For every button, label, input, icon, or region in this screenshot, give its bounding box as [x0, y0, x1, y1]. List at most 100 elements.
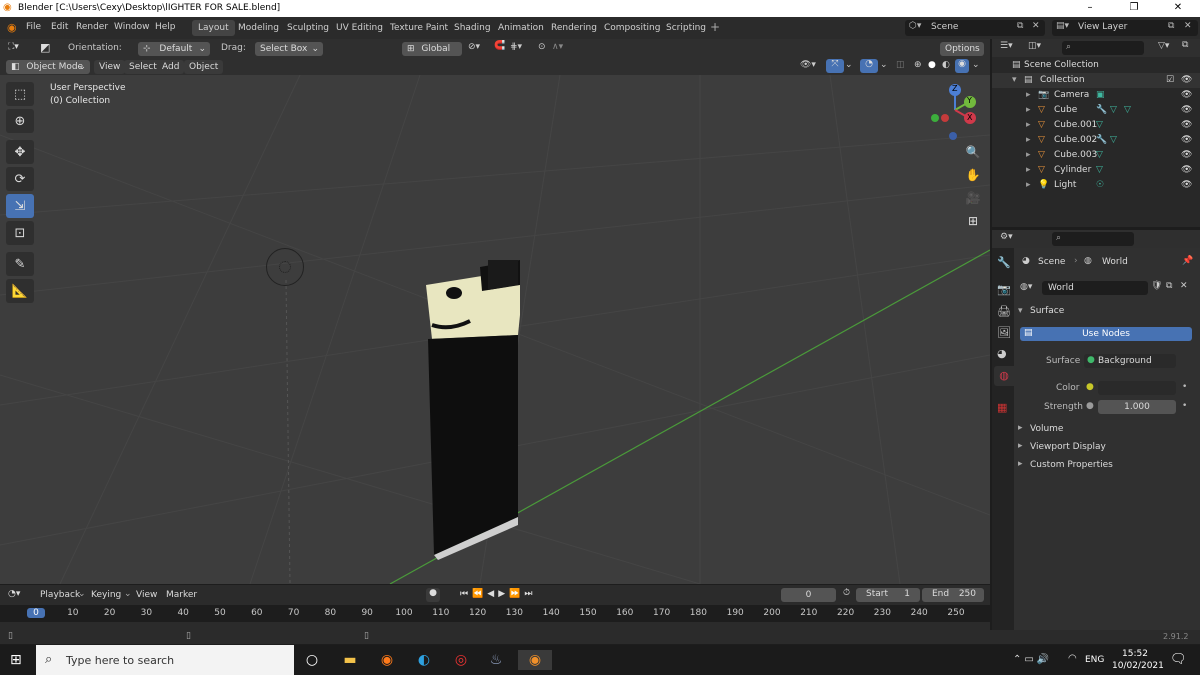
gizmo-toggle-icon[interactable]: ⤧ — [826, 59, 844, 73]
options-dropdown[interactable]: Options ⌄ — [940, 42, 984, 68]
playhead-frame-marker[interactable]: 0 — [27, 608, 45, 618]
strength-field[interactable]: 1.000 — [1098, 400, 1176, 414]
rotate-tool[interactable]: ⟳ — [6, 167, 34, 191]
steam-icon[interactable]: ♨ — [482, 650, 510, 670]
scene-tab-icon[interactable]: ◕ — [997, 347, 1007, 360]
transform-tool[interactable]: ⊡ — [6, 221, 34, 245]
tab-texture-paint[interactable]: Texture Paint — [384, 20, 454, 36]
windows-start-icon[interactable]: ⊞ — [10, 652, 22, 668]
blender-menu-icon[interactable]: ◉ — [7, 21, 17, 34]
delete-scene-icon[interactable]: ✕ — [1032, 21, 1040, 31]
disclosure-right-icon[interactable]: ▸ — [1026, 103, 1031, 118]
outliner-item[interactable]: ▸ ▽ Cube.002 🔧 ▽ 👁 — [992, 133, 1200, 148]
network-icon[interactable]: ◠ — [1068, 653, 1077, 664]
duplicate-icon[interactable]: ⧉ — [1166, 281, 1172, 291]
eye-icon[interactable]: 👁 — [1181, 178, 1192, 193]
taskbar-search[interactable]: ⌕ Type here to search — [36, 645, 294, 675]
xray-icon[interactable]: ◫ — [896, 60, 905, 70]
maximize-icon[interactable]: ❐ — [1112, 0, 1156, 17]
custom-properties-panel[interactable]: ▸ Custom Properties — [1018, 459, 1198, 473]
clock-icon[interactable]: ⏱ — [843, 588, 850, 598]
end-frame-field[interactable]: End 250 — [922, 588, 984, 602]
pan-hand-icon[interactable]: ✋ — [963, 168, 983, 186]
firefox-icon[interactable]: ◉ — [373, 650, 401, 670]
tab-uv-editing[interactable]: UV Editing — [330, 20, 389, 36]
checkbox-icon[interactable]: ☑ — [1166, 73, 1174, 88]
clock-time[interactable]: 15:52 — [1122, 649, 1148, 659]
3d-viewport[interactable]: User Perspective (0) Collection Z Y X 🔍 … — [0, 75, 990, 584]
disclosure-right-icon[interactable]: ▸ — [1026, 88, 1031, 103]
mode-dropdown[interactable]: ◧ Object Mode ⌄ — [6, 60, 90, 74]
new-viewlayer-icon[interactable]: ⧉ — [1168, 21, 1174, 31]
world-browse-icon[interactable]: ◍▾ — [1020, 282, 1032, 292]
eye-icon[interactable]: 👁 — [1181, 163, 1192, 178]
outliner-item[interactable]: ▸ 💡 Light ☉ 👁 — [992, 178, 1200, 193]
orientation-dropdown[interactable]: ⊹ Default ⌄ — [138, 42, 210, 56]
eye-icon[interactable]: 👁 — [1181, 133, 1192, 148]
disclosure-right-icon[interactable]: ▸ — [1026, 118, 1031, 133]
display-mode-icon[interactable]: ◫▾ — [1028, 41, 1041, 51]
perspective-toggle-icon[interactable]: ⊞ — [963, 214, 983, 232]
language-indicator[interactable]: ENG — [1085, 655, 1104, 665]
surface-shader-field[interactable]: ● Background — [1084, 354, 1176, 368]
disclosure-icon[interactable]: ▾ — [1018, 306, 1023, 316]
material-shading-icon[interactable]: ◐ — [942, 60, 950, 70]
outliner-item[interactable]: ▸ 📷 Camera ▣ 👁 — [992, 88, 1200, 103]
chrome-icon[interactable]: ◎ — [447, 650, 475, 670]
clock-date[interactable]: 10/02/2021 — [1112, 661, 1164, 671]
proportional-edit-icon[interactable]: ⊙ — [538, 42, 546, 52]
keyframe-dot-icon[interactable]: • — [1182, 382, 1187, 392]
overlays-icon[interactable]: ◔ — [860, 59, 878, 73]
current-frame-field[interactable]: 0 — [781, 588, 836, 602]
filter-icon[interactable]: ▽▾ — [1158, 41, 1169, 51]
visibility-icon[interactable]: 👁▾ — [800, 60, 816, 70]
output-tab-icon[interactable]: 🖨 — [997, 305, 1011, 318]
light-object[interactable] — [266, 248, 304, 286]
scene-selector[interactable]: ⬡▾ Scene ⧉ ✕ — [905, 20, 1045, 36]
scale-tool[interactable]: ⇲ — [6, 194, 34, 218]
surface-panel-title[interactable]: Surface — [1030, 306, 1064, 316]
properties-search-input[interactable]: ⌕ — [1052, 232, 1134, 246]
solid-shading-icon[interactable]: ● — [928, 60, 936, 70]
record-icon[interactable]: ● — [426, 588, 440, 602]
menu-help[interactable]: Help — [155, 22, 176, 32]
use-nodes-button[interactable]: ▤ Use Nodes — [1020, 327, 1192, 341]
add-workspace-icon[interactable]: + — [710, 20, 720, 34]
menu-playback[interactable]: Playback — [40, 590, 80, 600]
playback-controls[interactable]: ⏮⏪◀▶⏩⏭ — [460, 589, 536, 599]
tab-layout[interactable]: Layout — [192, 20, 235, 36]
move-tool[interactable]: ✥ — [6, 140, 34, 164]
falloff-icon[interactable]: ∧▾ — [552, 42, 563, 52]
file-explorer-icon[interactable]: ▬ — [336, 650, 364, 670]
camera-view-icon[interactable]: 🎥 — [963, 191, 983, 209]
chevron-down-icon[interactable]: ⌄ — [972, 60, 980, 70]
world-name-field[interactable]: World — [1042, 281, 1148, 295]
disclosure-right-icon[interactable]: ▸ — [1026, 133, 1031, 148]
fake-user-icon[interactable]: 🛡 — [1151, 281, 1162, 291]
menu-keying[interactable]: Keying — [91, 590, 121, 600]
outliner-scene-collection[interactable]: ▤ Scene Collection — [992, 58, 1200, 73]
wireframe-shading-icon[interactable]: ⊕ — [914, 60, 922, 70]
tab-rendering[interactable]: Rendering — [545, 20, 603, 36]
menu-view[interactable]: View — [94, 60, 126, 74]
menu-edit[interactable]: Edit — [51, 22, 68, 32]
blender-taskbar-icon[interactable]: ◉ — [518, 650, 552, 670]
system-tray-icons[interactable]: ⌃▭🔊 — [1013, 654, 1052, 665]
tab-scripting[interactable]: Scripting — [660, 20, 712, 36]
view-layer-tab-icon[interactable]: 🖼 — [997, 326, 1011, 339]
transform-orientation-dropdown[interactable]: ⊞ Global — [402, 42, 462, 56]
chevron-down-icon[interactable]: ⌄ — [845, 60, 853, 70]
zoom-icon[interactable]: 🔍 — [963, 145, 983, 163]
new-collection-icon[interactable]: ⧉ — [1182, 40, 1188, 50]
color-swatch[interactable] — [1098, 381, 1176, 395]
pivot-point-icon[interactable]: ⊘▾ — [468, 42, 480, 52]
eye-icon[interactable]: 👁 — [1181, 148, 1192, 163]
menu-file[interactable]: File — [26, 22, 41, 32]
chevron-down-icon[interactable]: ⌄ — [880, 60, 888, 70]
rendered-shading-icon[interactable]: ◉ — [955, 59, 969, 73]
disclosure-right-icon[interactable]: ▸ — [1026, 178, 1031, 193]
measure-tool[interactable]: 📐 — [6, 279, 34, 303]
notifications-icon[interactable]: 🗨 — [1170, 652, 1187, 667]
minimize-icon[interactable]: – — [1068, 0, 1112, 17]
pin-icon[interactable]: 📌 — [1182, 256, 1193, 266]
